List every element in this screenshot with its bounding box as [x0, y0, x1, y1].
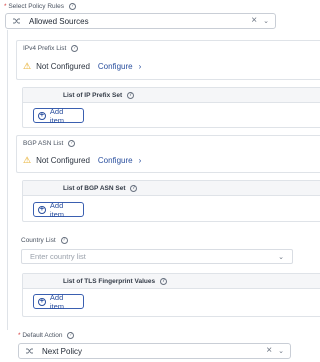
help-icon[interactable]: ?: [71, 45, 79, 52]
plus-circle-icon: +: [38, 205, 46, 214]
bgp-asn-set-panel: List of BGP ASN Set ? + Add item: [22, 180, 320, 222]
chevron-right-icon[interactable]: ›: [139, 156, 142, 165]
clear-icon[interactable]: ×: [251, 16, 257, 26]
bgp-status-text: Not Configured: [36, 156, 90, 165]
ip-prefix-set-title: List of IP Prefix Set ?: [63, 92, 134, 100]
drag-handle-icon: [13, 18, 20, 24]
help-icon[interactable]: ?: [67, 332, 75, 339]
section-guide-line: [7, 30, 8, 330]
default-action-label-text: Default Action: [22, 332, 63, 340]
bgp-asn-set-header: List of BGP ASN Set ?: [23, 181, 320, 196]
chevron-down-icon[interactable]: ⌄: [263, 17, 269, 25]
ip-prefix-add-item-button[interactable]: + Add item: [33, 107, 84, 125]
select-policy-rules-dropdown[interactable]: Allowed Sources × ⌄: [5, 13, 276, 29]
help-icon[interactable]: ?: [126, 92, 134, 99]
help-icon[interactable]: ?: [68, 140, 76, 147]
bgp-asn-set-title: List of BGP ASN Set ?: [63, 185, 138, 193]
ipv4-status-text: Not Configured: [36, 62, 90, 71]
select-policy-rules-label: * Select Policy Rules ?: [4, 3, 76, 10]
warning-icon: ⚠: [23, 61, 32, 71]
plus-circle-icon: +: [38, 111, 46, 120]
tls-fingerprint-add-item-button[interactable]: + Add item: [33, 293, 84, 311]
select-policy-rules-label-text: Select Policy Rules: [8, 3, 64, 11]
default-action-dropdown[interactable]: Next Policy × ⌄: [18, 343, 291, 359]
plus-circle-icon: +: [38, 297, 46, 306]
bgp-asn-add-item-button[interactable]: + Add item: [33, 201, 84, 219]
default-action-label: * Default Action ?: [18, 332, 75, 340]
country-list-placeholder: Enter country list: [30, 252, 86, 261]
help-icon[interactable]: ?: [60, 237, 68, 244]
help-icon[interactable]: ?: [159, 278, 167, 285]
tls-fingerprint-header: List of TLS Fingerprint Values ?: [23, 274, 320, 289]
warning-icon: ⚠: [23, 155, 32, 165]
tls-fingerprint-panel: List of TLS Fingerprint Values ? + Add i…: [22, 273, 320, 317]
ipv4-prefix-list-panel: IPv4 Prefix List ? ⚠ Not Configured Conf…: [16, 40, 320, 80]
help-icon[interactable]: ?: [68, 3, 76, 10]
drag-handle-icon: [26, 348, 33, 354]
ip-prefix-set-header: List of IP Prefix Set ?: [23, 88, 320, 103]
country-list-label: Country List ?: [21, 237, 68, 244]
help-icon[interactable]: ?: [130, 185, 138, 192]
default-action-value: Next Policy: [42, 346, 83, 356]
clear-icon[interactable]: ×: [266, 346, 272, 356]
bgp-asn-list-panel: BGP ASN List ? ⚠ Not Configured Configur…: [16, 135, 320, 173]
ipv4-prefix-list-label: IPv4 Prefix List ?: [23, 45, 79, 52]
ipv4-configure-link[interactable]: Configure: [98, 62, 133, 71]
bgp-status-row: ⚠ Not Configured Configure ›: [23, 155, 141, 166]
country-list-input[interactable]: Enter country list ⌄: [21, 249, 293, 264]
chevron-down-icon[interactable]: ⌄: [278, 253, 284, 261]
bgp-configure-link[interactable]: Configure: [98, 156, 133, 165]
chevron-right-icon[interactable]: ›: [139, 62, 142, 71]
tls-fingerprint-title: List of TLS Fingerprint Values ?: [63, 278, 167, 286]
ipv4-status-row: ⚠ Not Configured Configure ›: [23, 61, 141, 72]
ip-prefix-set-panel: List of IP Prefix Set ? + Add item: [22, 87, 320, 128]
chevron-down-icon[interactable]: ⌄: [278, 347, 284, 355]
bgp-asn-list-label: BGP ASN List ?: [23, 140, 76, 147]
select-policy-rules-value: Allowed Sources: [29, 16, 89, 26]
